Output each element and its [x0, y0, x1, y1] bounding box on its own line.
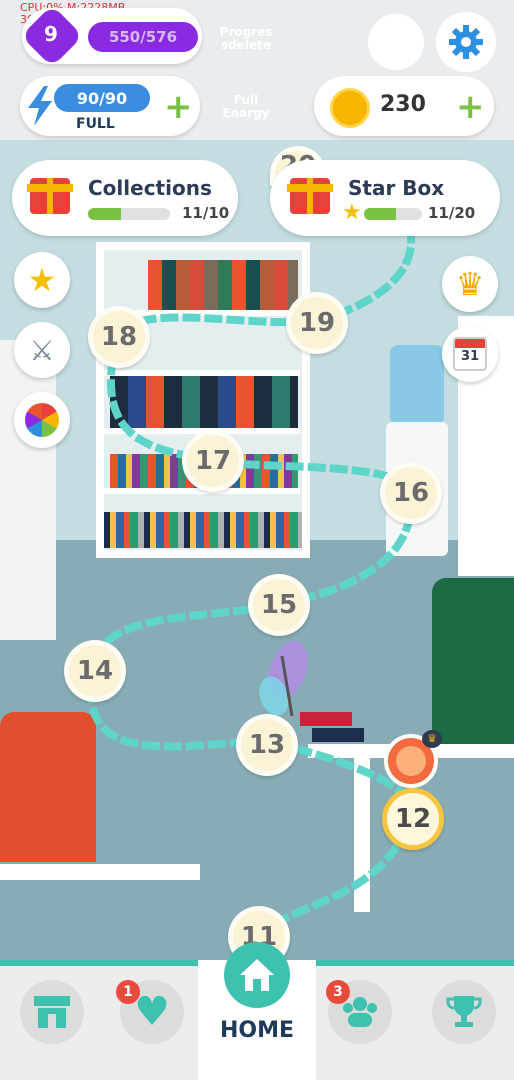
friends-badge: 3: [326, 980, 350, 1004]
gift-icon: [27, 178, 73, 214]
spin-wheel-button[interactable]: [14, 392, 70, 448]
crown-icon: ♛: [455, 265, 485, 303]
bottom-nav: ♥ 1 HOME 3: [0, 942, 514, 1080]
home-icon: [240, 959, 274, 991]
likes-badge: 1: [116, 980, 140, 1004]
level-node-19[interactable]: 19: [286, 292, 348, 354]
level-node-16[interactable]: 16: [380, 462, 442, 524]
collections-title: Collections: [88, 176, 212, 200]
level-node-15[interactable]: 15: [248, 574, 310, 636]
level-xp-panel[interactable]: 9 550/576: [20, 4, 202, 68]
shop-icon: [34, 996, 70, 1028]
calendar-day: 31: [460, 349, 480, 364]
add-energy-button[interactable]: +: [164, 90, 193, 124]
star-box-title: Star Box: [348, 176, 445, 200]
spin-wheel-icon: [25, 403, 59, 437]
level-node-17[interactable]: 17: [182, 430, 244, 492]
star-icon: ★: [27, 261, 57, 299]
battle-button[interactable]: ⚔: [14, 322, 70, 378]
progress-delete-label[interactable]: Progres sdelete: [210, 26, 282, 52]
level-node-14[interactable]: 14: [64, 640, 126, 702]
coin-icon: [330, 88, 370, 128]
full-energy-label: Full Enargy: [222, 93, 270, 120]
energy-panel[interactable]: 90/90 FULL +: [20, 76, 200, 136]
profile-avatar[interactable]: [368, 14, 424, 70]
leaderboard-crown-button[interactable]: ♛: [442, 256, 498, 312]
level-node-13[interactable]: 13: [236, 714, 298, 776]
settings-button[interactable]: [436, 12, 496, 72]
lightning-icon: [28, 86, 52, 126]
calendar-icon: 31: [453, 337, 487, 371]
xp-bar: 550/576: [88, 22, 198, 52]
home-icon-circle: [224, 942, 290, 1008]
star-box-progress-text: 11/20: [428, 204, 476, 222]
gift-icon: [287, 178, 333, 214]
gear-icon: [449, 25, 483, 59]
energy-value: 90/90: [76, 88, 128, 108]
star-box-card[interactable]: Star Box ★ 11/20: [270, 160, 500, 236]
calendar-button[interactable]: 31: [442, 326, 498, 382]
crossed-swords-icon: ⚔: [29, 333, 55, 367]
star-icon: ★: [342, 200, 362, 225]
add-coins-button[interactable]: +: [456, 90, 485, 124]
level-value: 9: [44, 22, 58, 46]
trophy-icon: [446, 996, 482, 1027]
level-node-18[interactable]: 18: [88, 306, 150, 368]
nav-trophy-button[interactable]: [432, 980, 496, 1044]
collections-progress-bar: [88, 208, 170, 220]
level-node-12[interactable]: 12: [382, 788, 444, 850]
crown-badge-icon: ♛: [422, 730, 442, 748]
nav-shop-button[interactable]: [20, 980, 84, 1044]
butterfly-icon: [259, 641, 308, 717]
coins-value: 230: [380, 92, 426, 117]
energy-status: FULL: [76, 116, 115, 132]
heart-icon: ♥: [134, 989, 170, 1035]
coins-panel[interactable]: 230 +: [314, 76, 494, 136]
favorites-button[interactable]: ★: [14, 252, 70, 308]
collections-card[interactable]: Collections 11/10: [12, 160, 238, 236]
star-box-progress-bar: [364, 208, 422, 220]
smiley-face-icon: [396, 746, 426, 776]
home-label: HOME: [219, 1018, 295, 1043]
collections-progress-text: 11/10: [182, 204, 230, 222]
energy-bar: 90/90: [54, 84, 150, 112]
xp-text: 550/576: [108, 28, 178, 46]
nav-home-tab[interactable]: HOME: [198, 942, 316, 1080]
